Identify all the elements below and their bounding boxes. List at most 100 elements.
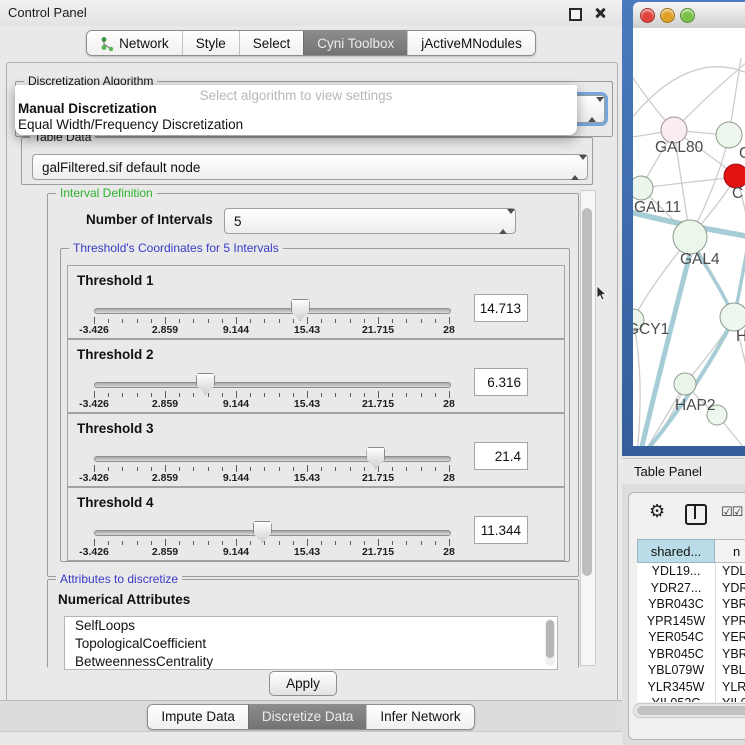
table-hscrollbar-thumb[interactable] [637,706,745,715]
tick-mark [264,467,265,471]
slider-thumb[interactable] [253,521,272,543]
list-scrollbar[interactable] [545,619,555,666]
table-row[interactable]: YBR043CYBR0 [637,596,745,613]
axis-label: 15.43 [294,398,320,410]
tab-infer-network[interactable]: Infer Network [366,705,473,729]
table-cell: YBL0 [715,662,745,679]
tick-mark [264,393,265,397]
network-node-label: HAP2 [675,397,716,414]
threshold-value-field[interactable]: 21.4 [474,442,528,470]
number-of-intervals-select[interactable]: 5 [224,208,516,234]
tick-mark [108,319,109,323]
dropdown-item-equal-width-frequency[interactable]: Equal Width/Frequency Discretization [18,117,243,132]
table-horizontal-scrollbar[interactable] [633,703,745,718]
attributes-group: Attributes to discretize Numerical Attri… [47,579,579,668]
tick-mark [94,391,95,398]
table-row[interactable]: YPR145WYPR1 [637,613,745,630]
tick-mark [335,393,336,397]
tick-mark [222,393,223,397]
column-header-1[interactable]: shared... [637,539,715,563]
table-row[interactable]: YER054CYER0 [637,629,745,646]
tab-discretize-data[interactable]: Discretize Data [248,705,367,729]
network-window-titlebar[interactable] [633,2,745,29]
network-node[interactable] [633,176,653,200]
slider-track[interactable] [94,308,451,314]
threshold-value-field[interactable]: 6.316 [474,368,528,396]
table-cell: YBL079W [637,662,715,679]
panel-scrollbar[interactable] [580,190,596,666]
panel-scrollbar-thumb[interactable] [582,208,592,576]
network-node[interactable] [674,373,696,395]
table-row[interactable]: YIL052CYIL0 [637,695,745,702]
bottom-tabbar: Impute DataDiscretize DataInfer Network [147,704,474,730]
slider-thumb[interactable] [366,447,385,469]
apply-button[interactable]: Apply [269,671,337,696]
tab-impute-data[interactable]: Impute Data [148,705,248,729]
tick-mark [321,541,322,545]
attribute-list-item[interactable]: BetweennessCentrality [65,653,557,670]
close-icon[interactable] [594,7,606,19]
tab-style[interactable]: Style [182,31,239,55]
tick-mark [435,467,436,471]
axis-label: 21.715 [362,398,394,410]
tab-cyni-toolbox[interactable]: Cyni Toolbox [303,31,407,55]
float-window-icon[interactable] [569,8,582,21]
attributes-list[interactable]: SelfLoopsTopologicalCoefficientBetweenne… [64,616,558,670]
columns-icon[interactable] [685,504,707,525]
tab-jactivemnodules[interactable]: jActiveMNodules [407,31,535,55]
tab-network[interactable]: Network [87,31,182,55]
tick-mark [406,467,407,471]
tick-mark [335,319,336,323]
slider-track[interactable] [94,382,451,388]
network-node-label: GCY1 [633,321,669,338]
tick-mark [335,467,336,471]
table-data-select[interactable]: galFiltered.sif default node [32,154,588,180]
table-cell: YBR043C [637,596,715,613]
table-row[interactable]: YBL079WYBL0 [637,662,745,679]
table-row[interactable]: YLR345WYLR3 [637,679,745,696]
panel-footer [0,731,622,745]
dropdown-item-manual-discretization[interactable]: Manual Discretization [18,101,157,116]
tick-mark [279,393,280,397]
close-button[interactable] [640,8,655,23]
number-of-intervals-value: 5 [225,214,242,229]
table-panel-titlebar: Table Panel [622,458,745,485]
attribute-list-item[interactable]: TopologicalCoefficient [65,635,557,653]
tick-mark [179,541,180,545]
network-node[interactable] [720,303,745,331]
threshold-row: Threshold 1-3.4262.8599.14415.4321.71528… [67,265,565,339]
slider-track[interactable] [94,456,451,462]
table-row[interactable]: YDL19...YDL1 [637,563,745,580]
threshold-value-field[interactable]: 11.344 [474,516,528,544]
minimize-button[interactable] [660,8,675,23]
network-canvas[interactable]: GAL80GACGAL11GAL4GCY1HHAP2 [633,28,745,446]
tick-mark [421,319,422,323]
attributes-group-title: Attributes to discretize [56,572,182,587]
threshold-value-field[interactable]: 14.713 [474,294,528,322]
network-node[interactable] [673,220,707,254]
table-cell: YDL1 [715,563,745,580]
tick-mark [137,541,138,545]
table-row[interactable]: YBR045CYBR0 [637,646,745,663]
tab-select[interactable]: Select [239,31,304,55]
list-scrollbar-thumb[interactable] [546,620,554,658]
table-row[interactable]: YDR27...YDR2 [637,580,745,597]
tick-mark [350,541,351,545]
tick-mark [364,467,365,471]
network-graph: GAL80GACGAL11GAL4GCY1HHAP2 [633,28,745,446]
checkbox-icons[interactable]: ☑☑ [721,504,742,520]
attribute-list-item[interactable]: SelfLoops [65,617,557,635]
tick-mark [165,465,166,472]
gear-icon[interactable]: ⚙ [649,501,665,522]
network-node-label: GAL11 [634,199,681,216]
table-panel-title: Table Panel [634,464,702,479]
tick-mark [108,541,109,545]
slider-thumb[interactable] [196,373,215,395]
tab-label: Cyni Toolbox [317,36,394,51]
tick-mark [193,541,194,545]
cyni-toolbox-panel: Discretization Algorithm Select algorith… [6,62,618,702]
zoom-button[interactable] [680,8,695,23]
column-header-2[interactable]: n [715,539,745,563]
top-tabbar: NetworkStyleSelect Cyni Toolbox jActiveMNo… [86,30,536,56]
slider-track[interactable] [94,530,451,536]
